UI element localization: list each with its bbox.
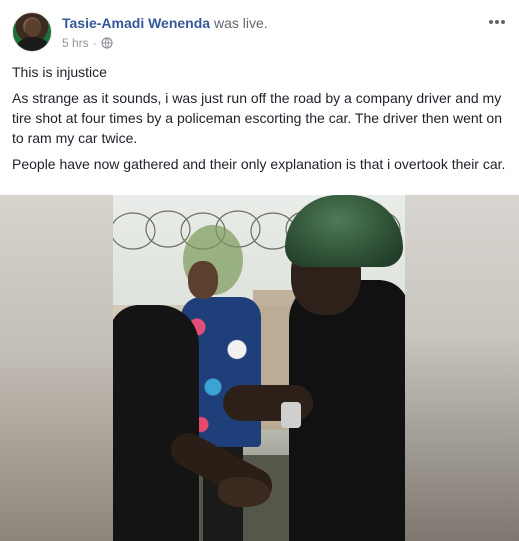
avatar-shirt xyxy=(17,37,49,51)
post-action-text: was live. xyxy=(213,15,268,31)
post-timestamp[interactable]: 5 hrs xyxy=(62,35,89,51)
video-blur-left xyxy=(0,195,113,541)
facebook-post: Tasie-Amadi Wenenda was live. 5 hrs · Th… xyxy=(0,0,519,541)
bystander-head xyxy=(188,261,218,299)
post-meta: 5 hrs · xyxy=(62,35,113,51)
foreground-man-left xyxy=(113,305,199,541)
more-dot xyxy=(495,20,499,24)
post-paragraph: People have now gathered and their only … xyxy=(12,156,506,172)
video-blur-right xyxy=(405,195,519,541)
open-hand xyxy=(218,477,270,507)
author-avatar[interactable] xyxy=(12,12,52,52)
meta-separator: · xyxy=(92,36,97,50)
wrist-watch xyxy=(281,402,301,428)
more-dot xyxy=(501,20,505,24)
live-video-player[interactable] xyxy=(0,195,519,541)
video-frame xyxy=(113,195,405,541)
post-body: This is injustice As strange as it sound… xyxy=(12,62,509,180)
post-paragraph: This is injustice xyxy=(12,64,107,80)
post-title-line: Tasie-Amadi Wenenda was live. xyxy=(62,14,268,32)
more-dot xyxy=(489,20,493,24)
author-name-link[interactable]: Tasie-Amadi Wenenda xyxy=(62,15,210,31)
globe-icon[interactable] xyxy=(101,37,113,49)
avatar-face xyxy=(25,19,41,37)
post-header: Tasie-Amadi Wenenda was live. 5 hrs · xyxy=(12,12,507,56)
post-paragraph: As strange as it sounds, i was just run … xyxy=(12,90,502,146)
more-options-icon[interactable] xyxy=(487,14,507,30)
